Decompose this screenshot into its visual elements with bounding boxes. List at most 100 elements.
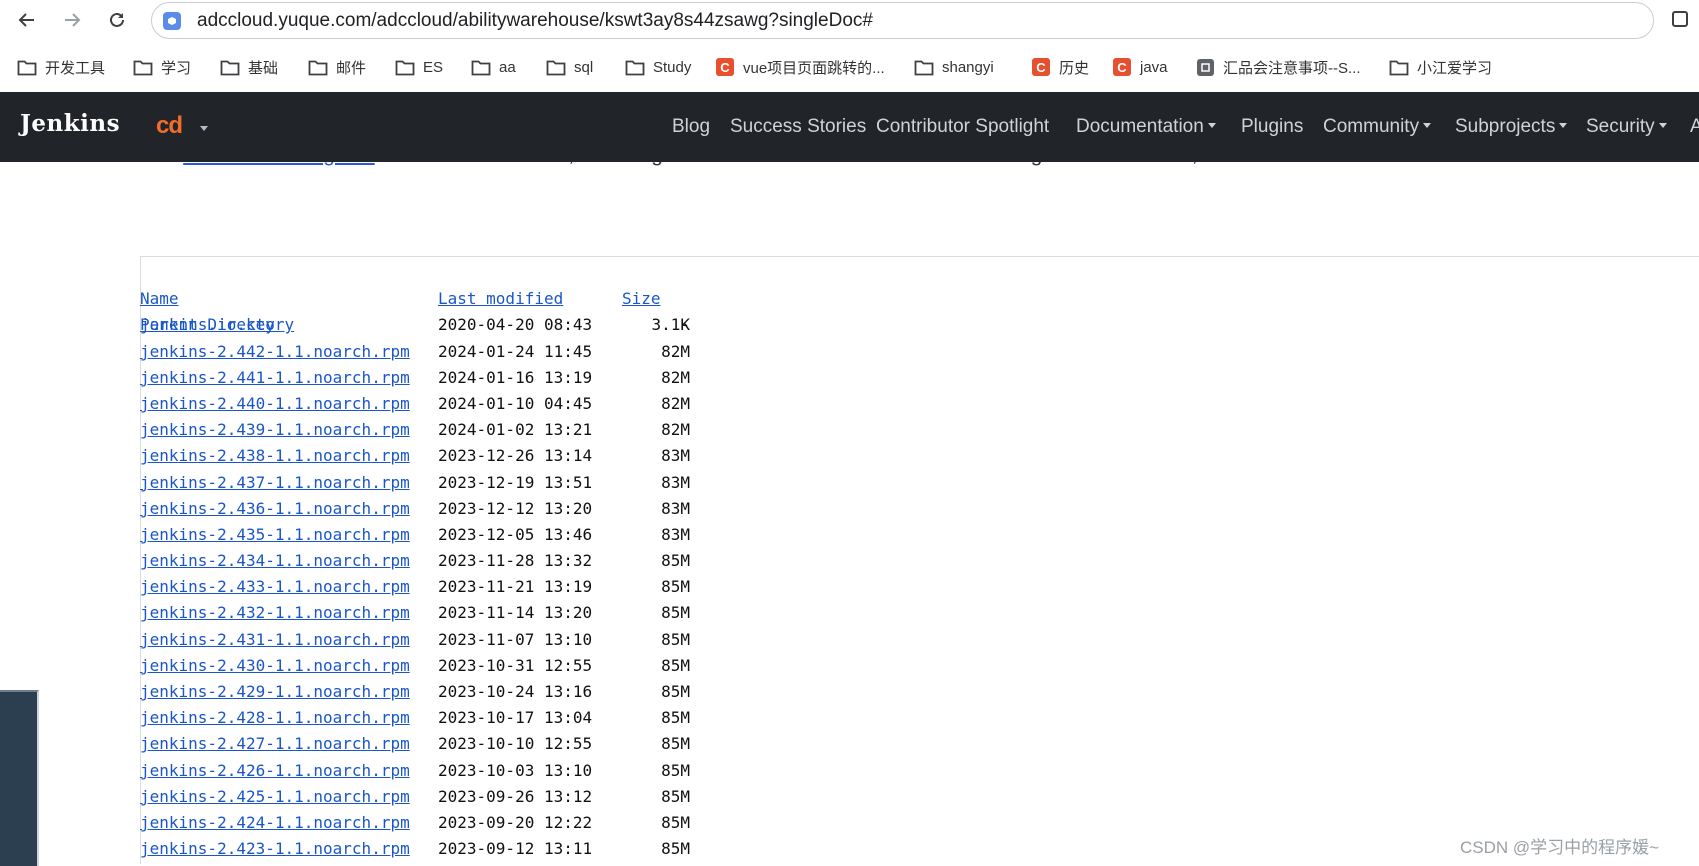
bookmarks-bar: 开发工具 学习 基础 邮件 ES aa sql Study Cvue项目页面跳转的... shan… [0, 48, 1699, 86]
file-size: 85M [661, 812, 690, 832]
file-modified: 2023-09-20 12:22 [438, 812, 593, 832]
nav-link-subprojects[interactable]: Subprojects [1455, 116, 1568, 138]
file-link[interactable]: jenkins-2.440-1.1.noarch.rpm [140, 391, 410, 417]
bookmark-item[interactable]: 邮件 [308, 56, 366, 78]
bookmark-item[interactable]: Cjava [1112, 56, 1168, 78]
nav-link-label: Security [1586, 116, 1655, 137]
forward-button[interactable] [59, 7, 85, 33]
bookmark-item[interactable]: C 历史 [1031, 56, 1089, 78]
bookmark-label: java [1140, 58, 1168, 76]
file-row: jenkins-2.441-1.1.noarch.rpm 2024-01-16 1… [140, 365, 690, 391]
bookmark-item[interactable]: 汇品会注意事项--S... [1195, 56, 1361, 78]
nav-link-plugins[interactable]: Plugins [1241, 116, 1303, 138]
file-size: 85M [661, 734, 690, 754]
file-link[interactable]: jenkins-2.426-1.1.noarch.rpm [140, 758, 410, 784]
file-row: jenkins-2.437-1.1.noarch.rpm 2023-12-19 1… [140, 470, 690, 496]
site-info-icon[interactable] [163, 12, 181, 30]
file-row: jenkins-2.433-1.1.noarch.rpm 2023-11-21 1… [140, 574, 690, 600]
file-link[interactable]: jenkins-2.439-1.1.noarch.rpm [140, 417, 410, 443]
nav-link-label: Subprojects [1455, 116, 1556, 137]
extensions-icon[interactable] [1670, 9, 1690, 34]
file-modified: 2023-10-31 12:55 [438, 655, 593, 675]
url-text[interactable]: adccloud.yuque.com/adccloud/abilitywareh… [197, 10, 873, 32]
file-link[interactable]: jenkins-2.437-1.1.noarch.rpm [140, 470, 410, 496]
watermark: CSDN @学习中的程序媛~ [1460, 838, 1660, 857]
bookmark-label: 汇品会注意事项--S... [1223, 59, 1361, 77]
nav-link-success-stories[interactable]: Success Stories [730, 116, 866, 138]
sort-by-modified-link[interactable]: Last modified [438, 286, 563, 312]
file-link[interactable]: jenkins-2.424-1.1.noarch.rpm [140, 810, 410, 836]
file-link[interactable]: jenkins-2.431-1.1.noarch.rpm [140, 627, 410, 653]
file-link[interactable]: jenkins-2.433-1.1.noarch.rpm [140, 574, 410, 600]
bookmark-item[interactable]: shangyi [914, 56, 994, 78]
file-link[interactable]: jenkins-2.441-1.1.noarch.rpm [140, 365, 410, 391]
folder-icon [395, 58, 415, 76]
file-modified: 2023-11-21 13:19 [438, 577, 593, 597]
nav-link-label: Success Stories [730, 116, 867, 137]
bookmark-item[interactable]: sql [546, 56, 593, 78]
file-link[interactable]: jenkins-2.434-1.1.noarch.rpm [140, 548, 410, 574]
file-size: 85M [661, 551, 690, 571]
file-row: jenkins-2.436-1.1.noarch.rpm 2023-12-12 1… [140, 496, 690, 522]
file-modified: 2024-01-10 04:45 [438, 393, 593, 413]
bookmark-label: 学习 [161, 59, 192, 77]
file-size: 85M [661, 577, 690, 597]
address-bar[interactable]: adccloud.yuque.com/adccloud/abilitywareh… [151, 2, 1654, 39]
file-link[interactable]: jenkins-2.438-1.1.noarch.rpm [140, 443, 410, 469]
csdn-icon: C [715, 58, 735, 76]
file-link[interactable]: jenkins-2.425-1.1.noarch.rpm [140, 784, 410, 810]
nav-link-contributor-spotlight[interactable]: Contributor Spotlight [876, 116, 1049, 138]
bookmark-item[interactable]: Cvue项目页面跳转的... [715, 56, 885, 78]
file-size: 85M [661, 839, 690, 859]
folder-icon [308, 58, 328, 76]
folder-icon [471, 58, 491, 76]
file-link[interactable]: jenkins-2.432-1.1.noarch.rpm [140, 600, 410, 626]
file-link[interactable]: jenkins.io.key [140, 312, 275, 338]
file-size: 3.1K [651, 315, 690, 335]
file-row: jenkins-2.435-1.1.noarch.rpm 2023-12-05 1… [140, 522, 690, 548]
back-button[interactable] [14, 7, 40, 33]
file-link[interactable]: jenkins-2.428-1.1.noarch.rpm [140, 705, 410, 731]
bookmark-item[interactable]: aa [471, 56, 516, 78]
nav-link-security[interactable]: Security [1586, 116, 1667, 138]
bookmark-label: 历史 [1059, 59, 1090, 77]
nav-link-label: Community [1323, 116, 1420, 137]
csdn-icon: C [1031, 58, 1051, 76]
file-modified: 2023-09-26 13:12 [438, 786, 593, 806]
bookmark-label: 基础 [248, 59, 279, 77]
file-modified: 2023-11-07 13:10 [438, 629, 593, 649]
file-modified: 2023-10-17 13:04 [438, 708, 593, 728]
nav-link-documentation[interactable]: Documentation [1076, 116, 1216, 138]
browser-toolbar: adccloud.yuque.com/adccloud/abilitywareh… [0, 0, 1699, 42]
nav-link-a[interactable]: A [1690, 116, 1699, 138]
nav-link-community[interactable]: Community [1323, 116, 1432, 138]
bookmark-item[interactable]: ES [395, 56, 443, 78]
bookmark-item[interactable]: 小江爱学习 [1389, 56, 1492, 78]
nav-link-blog[interactable]: Blog [672, 116, 710, 138]
folder-icon [17, 58, 37, 76]
folder-icon [625, 58, 645, 76]
file-link[interactable]: jenkins-2.427-1.1.noarch.rpm [140, 731, 410, 757]
bookmark-item[interactable]: 基础 [220, 56, 278, 78]
nav-link-label: Contributor Spotlight [876, 116, 1050, 137]
cd-foundation-logo[interactable]: cd [156, 112, 183, 140]
file-modified: 2023-10-10 12:55 [438, 734, 593, 754]
jenkins-logo[interactable]: Jenkins [20, 110, 120, 137]
file-link[interactable]: jenkins-2.423-1.1.noarch.rpm [140, 836, 410, 862]
bookmark-item[interactable]: 开发工具 [17, 56, 105, 78]
file-link[interactable]: jenkins-2.442-1.1.noarch.rpm [140, 339, 410, 365]
nav-link-label: A [1690, 116, 1699, 137]
bookmark-item[interactable]: Study [625, 56, 691, 78]
file-link[interactable]: jenkins-2.430-1.1.noarch.rpm [140, 653, 410, 679]
file-size: 85M [661, 682, 690, 701]
listing-divider [140, 256, 1699, 257]
bookmark-item[interactable]: 学习 [133, 56, 191, 78]
file-link[interactable]: jenkins-2.436-1.1.noarch.rpm [140, 496, 410, 522]
sort-by-size-link[interactable]: Size [622, 286, 661, 312]
bookmark-label: vue项目页面跳转的... [743, 59, 885, 77]
reload-button[interactable] [104, 7, 130, 33]
file-link[interactable]: jenkins-2.429-1.1.noarch.rpm [140, 679, 410, 705]
file-link[interactable]: jenkins-2.435-1.1.noarch.rpm [140, 522, 410, 548]
chevron-down-icon[interactable] [200, 126, 208, 131]
file-size: 85M [661, 603, 690, 623]
